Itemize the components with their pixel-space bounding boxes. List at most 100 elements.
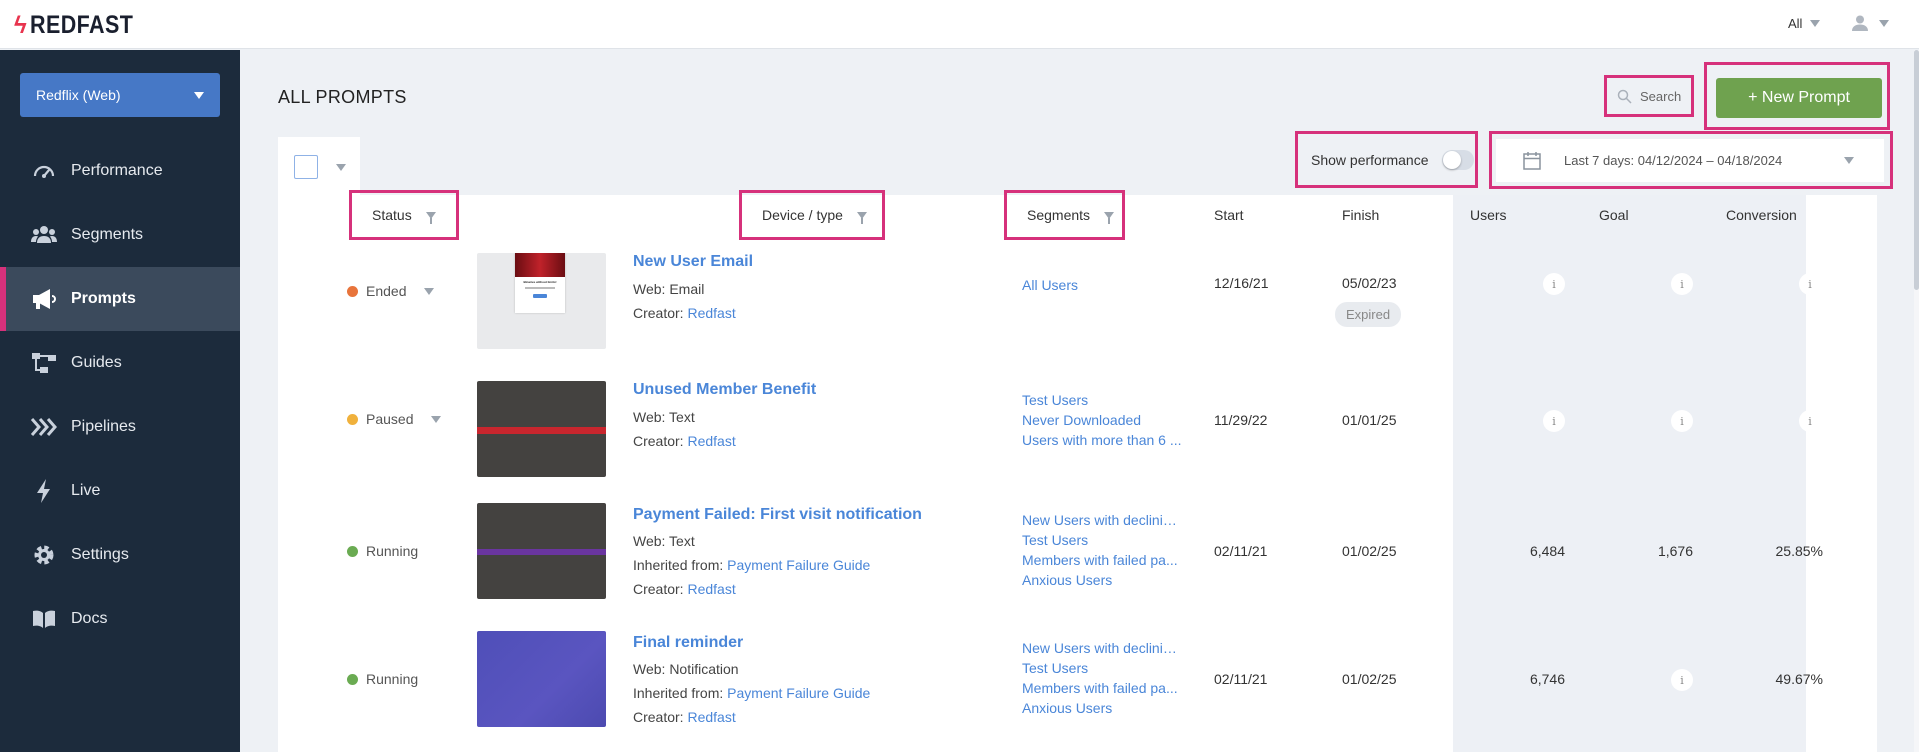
- user-icon: [1852, 15, 1868, 31]
- inherited-guide-link[interactable]: Payment Failure Guide: [727, 557, 870, 573]
- gear-icon: [31, 542, 57, 568]
- goal-column-header[interactable]: Goal: [1599, 195, 1629, 235]
- sidebar-item-guides[interactable]: Guides: [0, 331, 240, 395]
- prompt-name-link[interactable]: Unused Member Benefit: [633, 381, 816, 399]
- creator-link[interactable]: Redfast: [687, 433, 735, 449]
- creator-label: Creator:: [633, 433, 684, 449]
- prompt-name-link[interactable]: New User Email: [633, 253, 753, 271]
- info-icon[interactable]: i: [1543, 273, 1565, 295]
- show-performance-label: Show performance: [1311, 151, 1429, 168]
- chevron-down-icon: [1879, 19, 1889, 27]
- start-date: 02/11/21: [1214, 543, 1268, 559]
- sidebar-item-live[interactable]: Live: [0, 459, 240, 523]
- creator-link[interactable]: Redfast: [687, 305, 735, 321]
- top-filter-dropdown[interactable]: All: [1788, 16, 1821, 31]
- bolt-logo-icon: ϟ: [14, 11, 27, 39]
- segment-link[interactable]: All Users: [1022, 275, 1182, 295]
- chevron-down-icon: [431, 415, 442, 423]
- table-row[interactable]: Running Payment Failed: First visit noti…: [278, 491, 1877, 619]
- sidebar-item-label: Segments: [71, 226, 144, 243]
- redfast-logo[interactable]: ϟ REDFAST: [14, 11, 150, 40]
- status-label: Paused: [366, 411, 414, 427]
- new-prompt-highlight: + New Prompt: [1704, 62, 1890, 130]
- show-performance-toggle[interactable]: [1441, 149, 1474, 170]
- chevron-down-icon: [1810, 20, 1821, 27]
- sidebar-item-docs[interactable]: Docs: [0, 587, 240, 651]
- prompt-meta: Web: Text Inherited from: Payment Failur…: [633, 529, 870, 601]
- segment-link[interactable]: Users with more than 6 ...: [1022, 430, 1182, 450]
- status-label: Running: [366, 671, 419, 687]
- segment-link[interactable]: Test Users: [1022, 658, 1182, 678]
- sidebar-item-settings[interactable]: Settings: [0, 523, 240, 587]
- search-input[interactable]: Search: [1604, 75, 1694, 117]
- finish-column-header[interactable]: Finish: [1342, 195, 1379, 235]
- scrollbar-thumb[interactable]: [1914, 50, 1919, 290]
- status-dot: [347, 285, 358, 297]
- segment-link[interactable]: Members with failed pa...: [1022, 550, 1182, 570]
- start-date: 12/16/21: [1214, 275, 1269, 291]
- segment-link[interactable]: Test Users: [1022, 530, 1182, 550]
- sidebar-item-pipelines[interactable]: Pipelines: [0, 395, 240, 459]
- new-prompt-button[interactable]: + New Prompt: [1716, 78, 1882, 118]
- inherited-guide-link[interactable]: Payment Failure Guide: [727, 685, 870, 701]
- table-row[interactable]: Running Final reminder Web: Notification…: [278, 619, 1877, 747]
- segment-link[interactable]: New Users with declinin...: [1022, 638, 1182, 658]
- table-row[interactable]: Ended Binaries without limits! New User …: [278, 235, 1877, 363]
- prompt-thumbnail[interactable]: [477, 503, 606, 599]
- status-label: Running: [366, 543, 419, 559]
- creator-label: Creator:: [633, 709, 684, 725]
- sidebar: Redflix (Web) Performance Segments Promp…: [0, 50, 240, 752]
- prompt-meta: Web: Text Creator: Redfast: [633, 405, 736, 453]
- sidebar-item-label: Settings: [71, 546, 129, 563]
- start-column-header[interactable]: Start: [1214, 195, 1244, 235]
- info-icon[interactable]: i: [1671, 669, 1693, 691]
- segment-link[interactable]: Test Users: [1022, 390, 1182, 410]
- info-icon[interactable]: i: [1799, 410, 1821, 432]
- sidebar-item-segments[interactable]: Segments: [0, 203, 240, 267]
- prompt-thumbnail[interactable]: [477, 381, 606, 477]
- top-bar: ϟ REDFAST All: [0, 0, 1919, 49]
- conversion-column-header[interactable]: Conversion: [1726, 195, 1797, 235]
- app-selector[interactable]: Redflix (Web): [20, 73, 220, 117]
- sidebar-item-label: Guides: [71, 354, 122, 371]
- prompt-thumbnail[interactable]: Binaries without limits!: [477, 253, 606, 349]
- prompt-name-link[interactable]: Final reminder: [633, 634, 743, 652]
- users-column-header[interactable]: Users: [1470, 195, 1507, 235]
- chevron-down-icon[interactable]: [336, 164, 346, 171]
- info-icon[interactable]: i: [1799, 273, 1821, 295]
- prompt-thumbnail[interactable]: [477, 631, 606, 727]
- sidebar-item-performance[interactable]: Performance: [0, 139, 240, 203]
- date-range-picker[interactable]: Last 7 days: 04/12/2024 – 04/18/2024: [1496, 139, 1884, 182]
- creator-link[interactable]: Redfast: [687, 581, 735, 597]
- segment-link[interactable]: Members with failed pa...: [1022, 678, 1182, 698]
- creator-link[interactable]: Redfast: [687, 709, 735, 725]
- header-label: Status: [372, 207, 412, 223]
- finish-date: 01/02/25: [1342, 543, 1397, 559]
- prompt-name-link[interactable]: Payment Failed: First visit notification: [633, 506, 922, 524]
- info-icon[interactable]: i: [1671, 410, 1693, 432]
- prompt-type: Web: Text: [633, 409, 695, 425]
- segment-link[interactable]: Anxious Users: [1022, 698, 1182, 718]
- prompt-meta: Web: Notification Inherited from: Paymen…: [633, 657, 870, 729]
- select-all-checkbox[interactable]: [294, 155, 318, 179]
- creator-label: Creator:: [633, 305, 684, 321]
- user-menu[interactable]: [1851, 14, 1889, 32]
- chevron-down-icon: [194, 91, 204, 99]
- prompt-inherited: Inherited from: Payment Failure Guide: [633, 553, 870, 577]
- info-icon[interactable]: i: [1671, 273, 1693, 295]
- status-cell[interactable]: Running: [347, 671, 418, 687]
- segment-link[interactable]: Anxious Users: [1022, 570, 1182, 590]
- status-cell[interactable]: Paused: [347, 411, 442, 427]
- segment-link[interactable]: New Users with declinin...: [1022, 510, 1182, 530]
- chevron-down-icon: [1844, 157, 1854, 164]
- status-cell[interactable]: Running: [347, 543, 418, 559]
- sidebar-item-prompts[interactable]: Prompts: [0, 267, 240, 331]
- status-column-header[interactable]: Status: [349, 190, 459, 240]
- prompt-inherited: Inherited from: Payment Failure Guide: [633, 681, 870, 705]
- segments-column-header[interactable]: Segments: [1004, 190, 1125, 240]
- device-type-column-header[interactable]: Device / type: [739, 190, 885, 240]
- segment-link[interactable]: Never Downloaded: [1022, 410, 1182, 430]
- status-cell[interactable]: Ended: [347, 283, 435, 299]
- info-icon[interactable]: i: [1543, 410, 1565, 432]
- table-row[interactable]: Paused Unused Member Benefit Web: Text C…: [278, 363, 1877, 491]
